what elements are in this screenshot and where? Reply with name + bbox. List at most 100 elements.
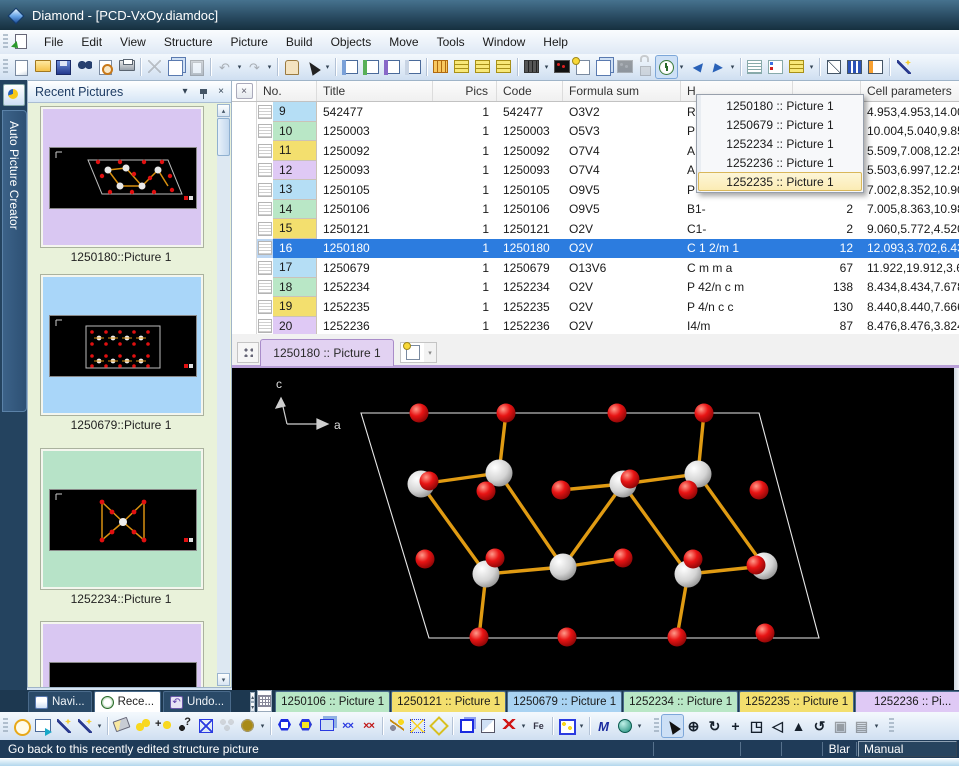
menu-picture[interactable]: Picture	[222, 32, 277, 52]
menu-view[interactable]: View	[111, 32, 155, 52]
dropdown-item[interactable]: 1250679 :: Picture 1	[698, 115, 862, 134]
pin-icon[interactable]	[195, 84, 211, 100]
zoom-mode-icon[interactable]: ◳	[746, 715, 767, 737]
wizard-dropdown-caret[interactable]: ▾	[95, 715, 104, 737]
export-table-icon[interactable]	[493, 56, 514, 78]
new-picture-tab-icon[interactable]	[400, 342, 426, 363]
recent-panel-icon[interactable]	[360, 56, 381, 78]
next-picture-icon[interactable]: ▶	[707, 56, 728, 78]
menu-help[interactable]: Help	[534, 32, 577, 52]
thumbnail-1250679[interactable]	[40, 274, 204, 416]
document-menu-icon[interactable]	[13, 34, 29, 50]
recent-pictures-dropdown-caret[interactable]: ▾	[677, 56, 686, 78]
picture-tab-1250121[interactable]: 1250121 :: Picture 1	[391, 691, 506, 712]
structure-picture-icon[interactable]	[551, 56, 572, 78]
thumbnail-1252234[interactable]	[40, 448, 204, 590]
previous-picture-icon[interactable]: ◀	[686, 56, 707, 78]
histogram-icon[interactable]	[844, 56, 865, 78]
menu-move[interactable]: Move	[380, 32, 427, 52]
row-grid-icon[interactable]	[258, 124, 272, 138]
active-picture-tab[interactable]: 1250180 :: Picture 1	[260, 339, 394, 366]
new-picture-icon[interactable]	[572, 56, 593, 78]
filled-coordination-icon[interactable]	[237, 715, 258, 737]
translate-mode-icon[interactable]: +	[725, 715, 746, 737]
row-grid-icon[interactable]	[258, 202, 272, 216]
datasheet-view-icon[interactable]	[521, 56, 542, 78]
unit-cell-box-icon[interactable]	[456, 715, 477, 737]
delete-plane-icon[interactable]	[498, 715, 519, 737]
viewing-direction-icon[interactable]: ▲	[788, 715, 809, 737]
table-row[interactable]: 19125223511252235O2VP 4/n c c1308.440,8.…	[232, 297, 959, 317]
fill-cell-range-icon[interactable]	[556, 715, 577, 737]
style-dropdown-caret[interactable]: ▾	[635, 715, 644, 737]
toolbar-grip[interactable]	[3, 59, 8, 75]
fe-atom-icon[interactable]: Fe	[528, 715, 549, 737]
connectivity-red-icon[interactable]: ××	[358, 715, 379, 737]
datasheet-dropdown-caret[interactable]: ▾	[542, 56, 551, 78]
molecule-disabled-icon[interactable]	[216, 715, 237, 737]
menu-build[interactable]: Build	[277, 32, 322, 52]
panel-close-icon[interactable]: ×	[213, 84, 229, 100]
auto-picture-creator-tab[interactable]: Auto Picture Creator	[2, 110, 27, 412]
col-header-cell-parameters[interactable]: Cell parameters	[861, 81, 959, 101]
print-preview-icon[interactable]	[95, 56, 116, 78]
row-grid-icon[interactable]	[258, 261, 272, 275]
new-document-icon[interactable]	[11, 56, 32, 78]
sphere-style-icon[interactable]	[614, 715, 635, 737]
coordination-polyhedra-icon[interactable]	[195, 715, 216, 737]
dropdown-item[interactable]: 1252236 :: Picture 1	[698, 153, 862, 172]
contact-net-icon[interactable]	[407, 715, 428, 737]
panel-menu-chevron-icon[interactable]: ▾	[177, 84, 193, 100]
tab-scroll-spinner[interactable]: ▴▾	[250, 692, 255, 712]
tilt-mode-icon[interactable]: ◁	[767, 715, 788, 737]
tab-undo[interactable]: ↶Undo...	[163, 691, 231, 712]
connectivity-blue-icon[interactable]: ××	[337, 715, 358, 737]
thumbnail-1250180[interactable]	[40, 106, 204, 248]
toolbar-grip[interactable]	[889, 718, 894, 734]
dropdown-item[interactable]: 1250180 :: Picture 1	[698, 96, 862, 115]
close-table-icon[interactable]: ×	[236, 83, 253, 99]
scrollbar-thumb[interactable]	[217, 118, 230, 156]
col-header-no[interactable]: No.	[257, 81, 317, 101]
animation-stop-icon[interactable]: ▤	[851, 715, 872, 737]
mode-dropdown-caret[interactable]: ▾	[872, 715, 881, 737]
lock-picture-icon[interactable]	[635, 56, 656, 78]
cell-edges-yellow-icon[interactable]	[295, 715, 316, 737]
picture-tab-1252234[interactable]: 1252234 :: Picture 1	[623, 691, 738, 712]
add-all-atoms-icon[interactable]	[132, 715, 153, 737]
picture-disabled-icon[interactable]	[614, 56, 635, 78]
destroy-picture-icon[interactable]	[111, 715, 132, 737]
properties-view-icon[interactable]	[765, 56, 786, 78]
select-mode-icon[interactable]	[662, 715, 683, 737]
delete-plane-caret[interactable]: ▾	[519, 715, 528, 737]
col-header-formula-sum[interactable]: Formula sum	[563, 81, 681, 101]
dropdown-item-highlighted[interactable]: 1252235 :: Picture 1	[698, 172, 862, 191]
fill-cell-caret[interactable]: ▾	[577, 715, 586, 737]
list-view-icon[interactable]	[744, 56, 765, 78]
row-grid-icon[interactable]	[258, 222, 272, 236]
table-row[interactable]: 18125223411252234O2VP 42/n c m1388.434,8…	[232, 278, 959, 298]
picture-tab-1250106[interactable]: 1250106 :: Picture 1	[275, 691, 390, 712]
table-row[interactable]: 14125010611250106O9V5B1-27.005,8.363,10.…	[232, 200, 959, 220]
print-icon[interactable]	[116, 56, 137, 78]
data-table-icon[interactable]	[430, 56, 451, 78]
cut-icon[interactable]	[144, 56, 165, 78]
tab-recent[interactable]: Rece...	[94, 691, 161, 712]
toolbar-grip[interactable]	[3, 718, 8, 734]
tab-navigation[interactable]: Navi...	[28, 691, 92, 712]
navigation-panel-icon[interactable]	[339, 56, 360, 78]
create-bond-icon[interactable]	[386, 715, 407, 737]
picture-tab-1252236[interactable]: 1252236 :: Pi...	[855, 691, 959, 712]
thumbnail-scrollbar[interactable]: ▴ ▾	[217, 104, 230, 686]
next-picture-dropdown-caret[interactable]: ▾	[728, 56, 737, 78]
thumbnail-partial[interactable]	[40, 621, 204, 687]
redo-dropdown-caret[interactable]: ▾	[265, 56, 274, 78]
save-icon[interactable]	[53, 56, 74, 78]
grid-view-icon[interactable]	[786, 56, 807, 78]
row-grid-icon[interactable]	[258, 241, 272, 255]
title-bar[interactable]: Diamond - [PCD-VxOy.diamdoc]	[0, 0, 959, 30]
unknown-atom-icon[interactable]	[174, 715, 195, 737]
table-row[interactable]: 17125067911250679O13V6C m m a6711.922,19…	[232, 258, 959, 278]
structure-canvas[interactable]: c a	[232, 368, 959, 690]
structure-wizard-icon[interactable]	[53, 715, 74, 737]
